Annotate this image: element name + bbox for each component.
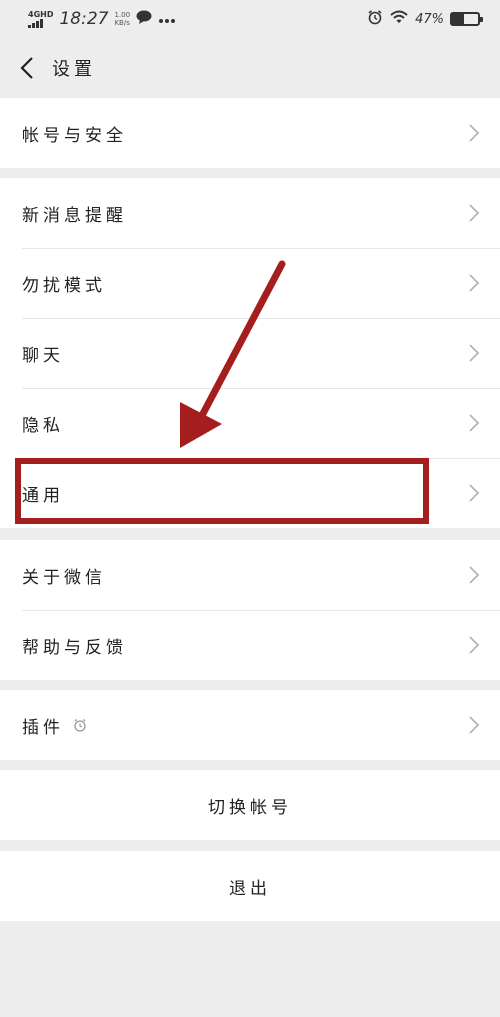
chevron-right-icon bbox=[469, 414, 480, 432]
chevron-right-icon bbox=[469, 566, 480, 584]
battery-icon bbox=[450, 12, 483, 26]
settings-item-label: 勿扰模式 bbox=[22, 275, 106, 296]
network-type: 4GHD bbox=[28, 10, 54, 19]
settings-item-help-feedback[interactable]: 帮助与反馈 bbox=[0, 610, 500, 680]
settings-item-label: 帮助与反馈 bbox=[22, 637, 127, 658]
settings-item-label: 通用 bbox=[22, 485, 64, 506]
plugins-group: 插件 bbox=[0, 690, 500, 760]
status-bar-left: 4GHD 18:27 1.00 KB/s bbox=[28, 9, 176, 29]
about-group: 关于微信 帮助与反馈 bbox=[0, 540, 500, 680]
settings-item-label: 聊天 bbox=[22, 345, 64, 366]
chevron-right-icon bbox=[469, 484, 480, 502]
settings-item-label: 新消息提醒 bbox=[22, 205, 127, 226]
chevron-right-icon bbox=[469, 204, 480, 222]
settings-item-about-wechat[interactable]: 关于微信 bbox=[0, 540, 500, 610]
battery-fill bbox=[452, 14, 465, 24]
settings-item-privacy[interactable]: 隐私 bbox=[0, 388, 500, 458]
more-dots-icon bbox=[158, 10, 176, 28]
chevron-right-icon bbox=[469, 124, 480, 142]
status-bar: 4GHD 18:27 1.00 KB/s 47% bbox=[0, 0, 500, 38]
signal-indicator: 4GHD bbox=[28, 10, 53, 28]
signal-bars-icon bbox=[28, 19, 43, 28]
clock: 18:27 bbox=[59, 9, 109, 29]
chevron-right-icon bbox=[469, 274, 480, 292]
back-arrow-icon bbox=[20, 57, 33, 79]
settings-item-chat[interactable]: 聊天 bbox=[0, 318, 500, 388]
switch-account-label: 切换帐号 bbox=[208, 797, 292, 818]
chevron-right-icon bbox=[469, 716, 480, 734]
settings-item-plugins[interactable]: 插件 bbox=[0, 690, 500, 760]
network-speed-unit: KB/s bbox=[114, 19, 130, 27]
settings-item-label: 关于微信 bbox=[22, 567, 106, 588]
settings-item-label: 帐号与安全 bbox=[22, 125, 127, 146]
chevron-right-icon bbox=[469, 344, 480, 362]
alarm-clock-icon bbox=[367, 9, 383, 29]
logout-label: 退出 bbox=[229, 878, 271, 899]
settings-item-label: 插件 bbox=[22, 717, 64, 738]
settings-item-account-security[interactable]: 帐号与安全 bbox=[0, 98, 500, 168]
settings-item-general[interactable]: 通用 bbox=[0, 458, 500, 528]
page-title: 设置 bbox=[52, 59, 96, 80]
logout-button[interactable]: 退出 bbox=[0, 851, 500, 921]
chevron-right-icon bbox=[469, 636, 480, 654]
back-button[interactable] bbox=[14, 55, 40, 81]
plugin-update-icon bbox=[72, 717, 88, 733]
network-speed: 1.00 KB/s bbox=[114, 11, 130, 27]
network-speed-value: 1.00 bbox=[114, 11, 131, 19]
wifi-icon bbox=[389, 9, 409, 29]
chat-bubble-icon bbox=[136, 10, 152, 28]
settings-item-notifications[interactable]: 新消息提醒 bbox=[0, 178, 500, 248]
settings-group: 新消息提醒 勿扰模式 聊天 隐私 通用 bbox=[0, 178, 500, 528]
settings-item-label: 隐私 bbox=[22, 415, 64, 436]
account-group: 帐号与安全 bbox=[0, 98, 500, 168]
navigation-bar: 设置 bbox=[0, 38, 500, 98]
settings-item-do-not-disturb[interactable]: 勿扰模式 bbox=[0, 248, 500, 318]
battery-percent: 47% bbox=[415, 11, 444, 27]
status-bar-right: 47% bbox=[367, 9, 483, 29]
switch-account-button[interactable]: 切换帐号 bbox=[0, 770, 500, 840]
